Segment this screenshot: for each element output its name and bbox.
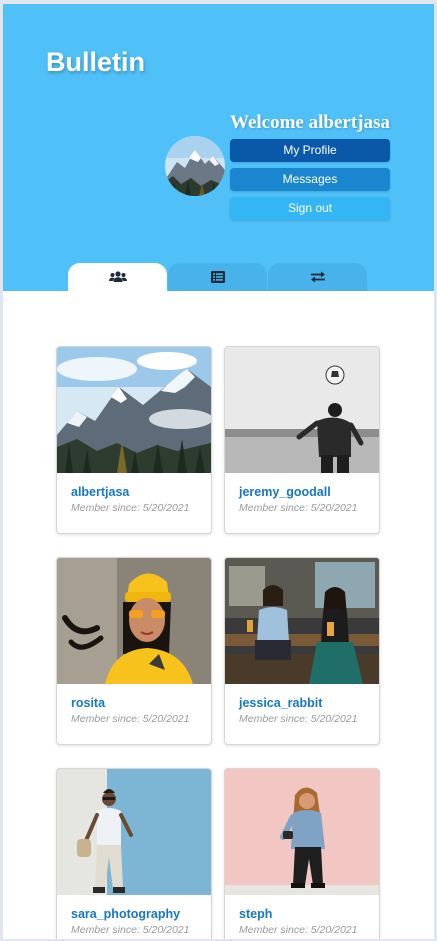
welcome-text: Welcome albertjasa	[230, 112, 390, 133]
member-card[interactable]: steph Member since: 5/20/2021	[224, 768, 380, 939]
member-username[interactable]: sara_photography	[71, 907, 180, 921]
member-photo	[225, 769, 379, 895]
member-photo	[225, 347, 379, 473]
list-icon	[210, 271, 225, 283]
member-photo	[225, 558, 379, 684]
exchange-icon	[310, 271, 326, 283]
member-since: Member since: 5/20/2021	[239, 924, 358, 936]
tab-exchange[interactable]	[268, 263, 367, 291]
member-card[interactable]: rosita Member since: 5/20/2021	[56, 557, 212, 745]
member-since: Member since: 5/20/2021	[239, 713, 358, 725]
app-frame: Bulletin Welcome albertjasa My Profile M…	[3, 4, 434, 939]
member-photo	[57, 769, 211, 895]
tab-members[interactable]	[68, 263, 167, 291]
tab-list[interactable]	[168, 263, 267, 291]
member-username[interactable]: albertjasa	[71, 485, 129, 499]
member-username[interactable]: steph	[239, 907, 272, 921]
sign-out-button[interactable]: Sign out	[230, 197, 390, 220]
avatar[interactable]	[165, 136, 225, 196]
brand-title: Bulletin	[46, 47, 145, 77]
member-photo	[57, 558, 211, 684]
member-card[interactable]: albertjasa Member since: 5/20/2021	[56, 346, 212, 534]
header-banner: Bulletin Welcome albertjasa My Profile M…	[3, 4, 434, 291]
member-since: Member since: 5/20/2021	[239, 502, 358, 514]
member-username[interactable]: jeremy_goodall	[239, 485, 331, 499]
member-since: Member since: 5/20/2021	[71, 924, 190, 936]
member-card[interactable]: sara_photography Member since: 5/20/2021	[56, 768, 212, 939]
member-card[interactable]: jessica_rabbit Member since: 5/20/2021	[224, 557, 380, 745]
member-photo	[57, 347, 211, 473]
my-profile-button[interactable]: My Profile	[230, 139, 390, 162]
member-since: Member since: 5/20/2021	[71, 502, 190, 514]
users-icon	[108, 271, 127, 283]
member-since: Member since: 5/20/2021	[71, 713, 190, 725]
member-card[interactable]: jeremy_goodall Member since: 5/20/2021	[224, 346, 380, 534]
messages-button[interactable]: Messages	[230, 168, 390, 191]
member-username[interactable]: jessica_rabbit	[239, 696, 322, 710]
member-username[interactable]: rosita	[71, 696, 105, 710]
